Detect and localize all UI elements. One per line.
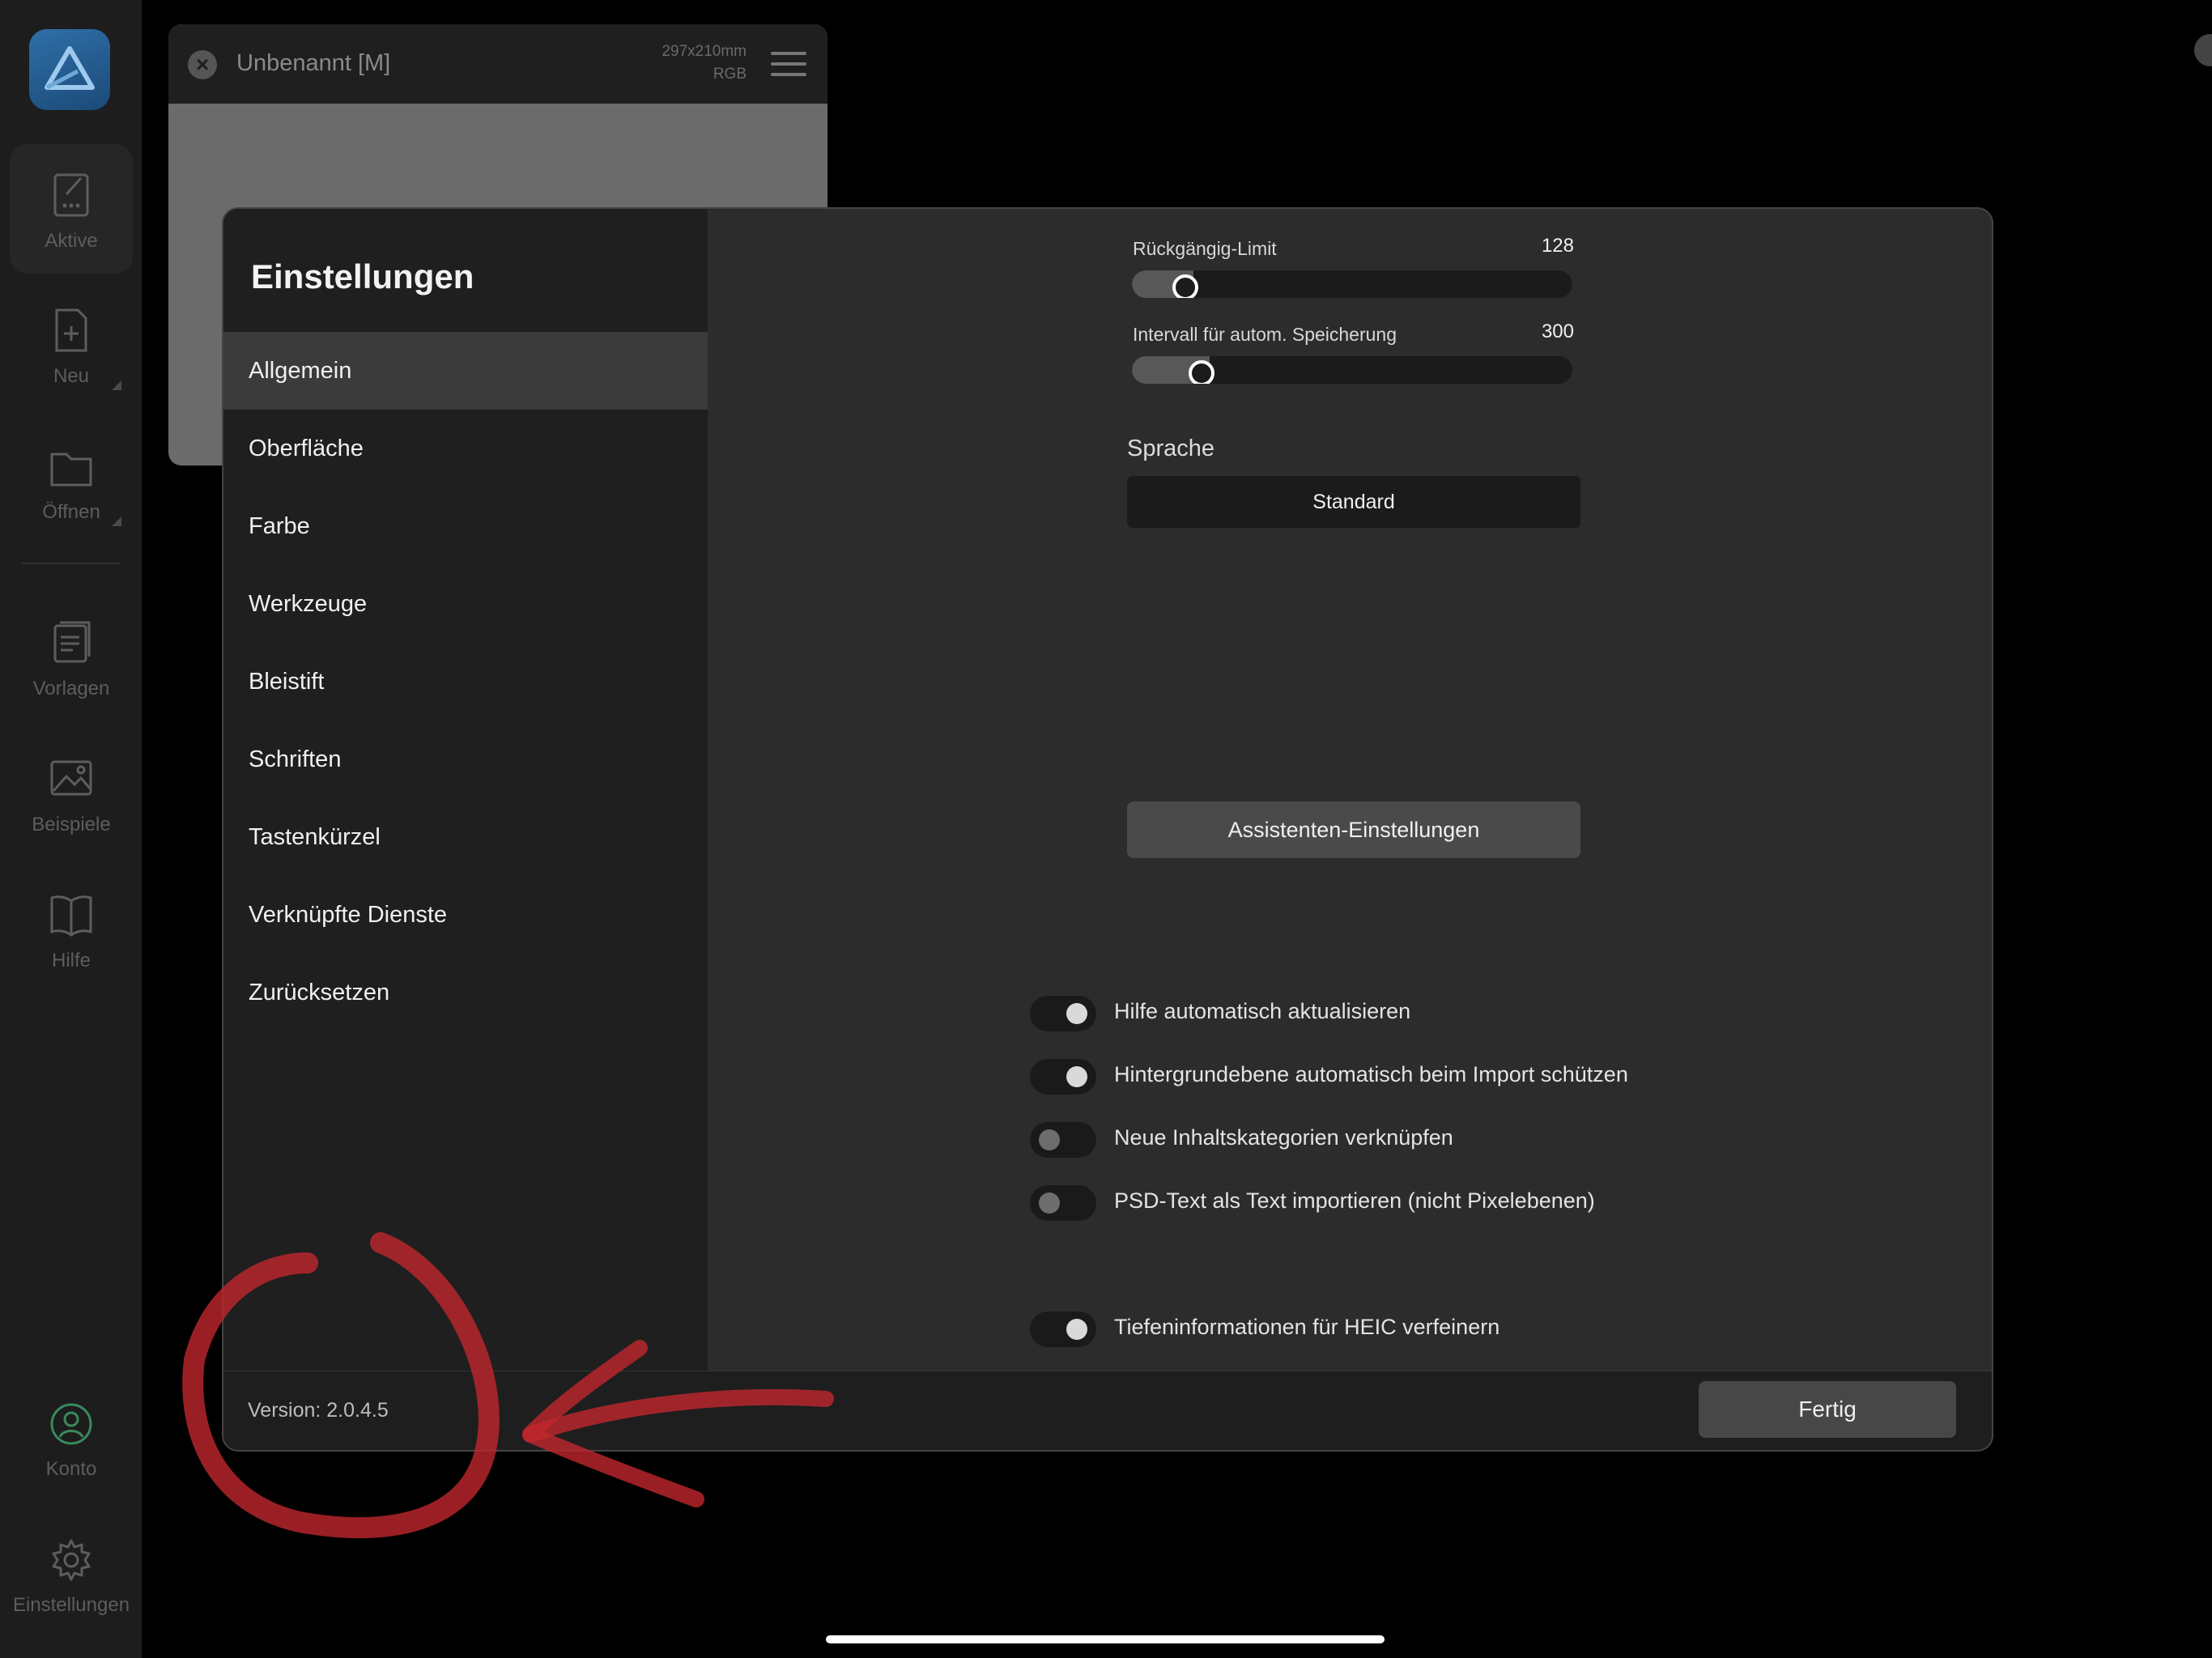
book-icon bbox=[50, 895, 92, 937]
nav-item-oberflaeche[interactable]: Oberfläche bbox=[223, 410, 708, 487]
undo-limit-value: 128 bbox=[1541, 235, 1574, 257]
nav-item-bleistift[interactable]: Bleistift bbox=[223, 643, 708, 721]
rail-item-aktive[interactable]: Aktive bbox=[10, 144, 133, 274]
templates-icon bbox=[53, 621, 91, 663]
image-icon bbox=[50, 760, 92, 796]
account-icon bbox=[50, 1403, 92, 1445]
toggle-switch[interactable] bbox=[1030, 1312, 1096, 1347]
slider-knob[interactable] bbox=[1172, 274, 1198, 298]
rail-label: Einstellungen bbox=[12, 1594, 130, 1616]
hamburger-menu-icon[interactable] bbox=[771, 52, 806, 83]
rail-divider bbox=[21, 563, 120, 564]
toggle-knob bbox=[1066, 1003, 1087, 1024]
nav-item-tastenkuerzel[interactable]: Tastenkürzel bbox=[223, 798, 708, 876]
toggle-switch[interactable] bbox=[1030, 1122, 1096, 1158]
toggle-knob bbox=[1066, 1319, 1087, 1340]
document-meta: 297x210mm RGB bbox=[661, 40, 747, 86]
dialog-title: Einstellungen bbox=[251, 257, 474, 295]
gear-icon bbox=[52, 1539, 91, 1581]
nav-item-schriften[interactable]: Schriften bbox=[223, 721, 708, 798]
document-color-mode: RGB bbox=[713, 66, 747, 83]
nav-item-zuruecksetzen[interactable]: Zurücksetzen bbox=[223, 954, 708, 1031]
affinity-logo-icon bbox=[45, 46, 95, 90]
close-icon[interactable]: × bbox=[188, 50, 217, 79]
rail-item-beispiele[interactable]: Beispiele bbox=[10, 732, 133, 861]
done-button[interactable]: Fertig bbox=[1699, 1381, 1956, 1438]
autosave-interval-slider[interactable] bbox=[1132, 356, 1572, 384]
toggle-switch[interactable] bbox=[1030, 1185, 1096, 1221]
toggle-label: Hilfe automatisch aktualisieren bbox=[1114, 999, 1411, 1023]
toggle-switch[interactable] bbox=[1030, 1059, 1096, 1095]
rail-item-hilfe[interactable]: Hilfe bbox=[10, 868, 133, 997]
assistant-settings-button[interactable]: Assistenten-Einstellungen bbox=[1127, 801, 1580, 858]
rail-label: Vorlagen bbox=[32, 678, 110, 699]
edge-indicator bbox=[2194, 34, 2212, 66]
nav-item-verknuepfte-dienste[interactable]: Verknüpfte Dienste bbox=[223, 876, 708, 954]
settings-sidebar: Einstellungen Allgemein Oberfläche Farbe… bbox=[223, 209, 708, 1371]
home-indicator[interactable] bbox=[826, 1635, 1385, 1643]
toggle-switch[interactable] bbox=[1030, 996, 1096, 1031]
slider-knob[interactable] bbox=[1188, 360, 1214, 384]
toggle-knob bbox=[1039, 1192, 1060, 1214]
nav-item-farbe[interactable]: Farbe bbox=[223, 487, 708, 565]
autosave-interval-value: 300 bbox=[1541, 321, 1574, 342]
toggle-knob bbox=[1039, 1129, 1060, 1150]
toggle-label: Hintergrundebene automatisch beim Import… bbox=[1114, 1062, 1628, 1086]
rail-label: Beispiele bbox=[32, 814, 111, 835]
dialog-footer: Version: 2.0.4.5 Fertig bbox=[223, 1371, 1992, 1450]
app-logo[interactable] bbox=[29, 29, 110, 110]
rail-item-neu[interactable]: Neu bbox=[10, 283, 133, 413]
document-size: 297x210mm bbox=[661, 43, 747, 60]
language-label: Sprache bbox=[1127, 436, 1215, 461]
folder-icon bbox=[50, 453, 92, 487]
rail-item-konto[interactable]: Konto bbox=[10, 1376, 133, 1506]
rail-item-oeffnen[interactable]: Öffnen bbox=[10, 419, 133, 549]
edit-document-icon bbox=[53, 173, 89, 217]
undo-limit-slider[interactable] bbox=[1132, 270, 1572, 298]
app-sidebar: Aktive Neu Öffnen Vorlagen Beispiele Hil… bbox=[0, 0, 142, 1658]
rail-item-einstellungen[interactable]: Einstellungen bbox=[10, 1512, 133, 1642]
toggle-label: Neue Inhaltskategorien verknüpfen bbox=[1114, 1125, 1453, 1150]
nav-item-allgemein[interactable]: Allgemein bbox=[223, 332, 708, 410]
toggle-label: PSD-Text als Text importieren (nicht Pix… bbox=[1114, 1188, 1595, 1213]
document-header: × Unbenannt [M] 297x210mm RGB bbox=[168, 24, 827, 104]
version-label: Version: 2.0.4.5 bbox=[248, 1399, 389, 1422]
toggle-label: Tiefeninformationen für HEIC verfeinern bbox=[1114, 1315, 1500, 1339]
nav-item-werkzeuge[interactable]: Werkzeuge bbox=[223, 565, 708, 643]
autosave-interval-label: Intervall für autom. Speicherung bbox=[1133, 324, 1397, 345]
undo-limit-label: Rückgängig-Limit bbox=[1133, 238, 1277, 259]
more-options-icon[interactable] bbox=[112, 380, 121, 390]
toggle-knob bbox=[1066, 1066, 1087, 1087]
settings-dialog: Einstellungen Allgemein Oberfläche Farbe… bbox=[222, 207, 1993, 1452]
rail-label: Aktive bbox=[45, 230, 98, 252]
language-select[interactable]: Standard bbox=[1127, 476, 1580, 528]
document-title: Unbenannt [M] bbox=[236, 50, 391, 76]
more-options-icon[interactable] bbox=[112, 517, 121, 526]
rail-label: Hilfe bbox=[51, 950, 91, 971]
rail-item-vorlagen[interactable]: Vorlagen bbox=[10, 596, 133, 725]
rail-label: Konto bbox=[45, 1458, 97, 1480]
new-document-icon bbox=[55, 308, 87, 352]
